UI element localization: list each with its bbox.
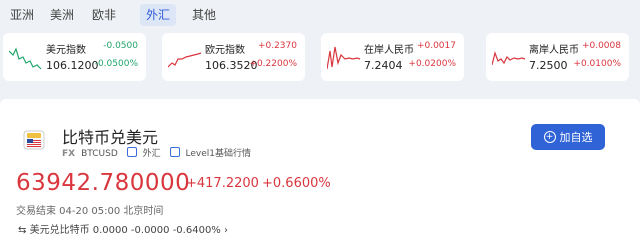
sparkline-icon <box>168 52 202 68</box>
price-change-percent: +0.6600% <box>262 176 331 191</box>
card-price: 7.2500 <box>529 59 568 72</box>
plus-icon: + <box>543 131 556 143</box>
price-change: +417.2200 <box>186 176 259 191</box>
card-percent: +0.0200% <box>408 59 456 69</box>
tab-other[interactable]: 其他 <box>186 4 222 26</box>
trading-status: 交易结束 04-20 05:00 北京时间 <box>16 206 164 217</box>
sparkline-icon <box>492 50 526 66</box>
card-price: 7.2404 <box>364 59 403 72</box>
chevron-right-icon: › <box>224 225 228 236</box>
swap-icon: ⇆ <box>18 225 27 236</box>
card-change: +0.0017 <box>416 41 456 51</box>
card-name: 在岸人民币 <box>364 45 414 56</box>
card-percent: +0.0100% <box>573 59 621 69</box>
category-icon <box>126 147 137 157</box>
card-percent: +0.2200% <box>249 59 297 69</box>
quote-card-cny-offshore[interactable]: 离岸人民币 7.2500 +0.0008 +0.0100% <box>486 33 629 81</box>
sparkline-icon <box>327 46 361 70</box>
conversion-text: 美元兑比特币 0.0000 -0.0000 -0.6400% <box>29 225 221 236</box>
conversion-row[interactable]: ⇆ 美元兑比特币 0.0000 -0.0000 -0.6400% › <box>18 221 228 236</box>
level-icon <box>169 147 180 157</box>
add-watchlist-button[interactable]: + 加自选 <box>531 124 605 150</box>
level-label: Level1基础行情 <box>185 149 252 159</box>
add-watchlist-label: 加自选 <box>559 131 593 144</box>
current-price: 63942.780000 <box>16 170 191 196</box>
quote-card-eur-index[interactable]: 欧元指数 106.3520 +0.2370 +0.2200% <box>162 33 305 81</box>
tab-europe-africa[interactable]: 欧非 <box>86 4 122 26</box>
category-label: 外汇 <box>142 149 161 159</box>
page-title: 比特币兑美元 <box>62 128 159 147</box>
quote-card-usd-index[interactable]: 美元指数 106.1200 -0.0500 -0.0500% <box>3 33 146 81</box>
card-price: 106.1200 <box>46 59 99 72</box>
card-name: 美元指数 <box>46 45 86 56</box>
symbol-info-row: FX BTCUSD 外汇 Level1基础行情 <box>62 146 257 159</box>
tab-forex[interactable]: 外汇 <box>140 4 177 26</box>
card-name: 欧元指数 <box>205 45 245 56</box>
market-tabs: 亚洲 美洲 欧非 外汇 其他 <box>0 0 640 30</box>
quote-card-cny-onshore[interactable]: 在岸人民币 7.2404 +0.0017 +0.0200% <box>321 33 464 81</box>
us-flag-icon <box>23 130 45 150</box>
card-change: +0.2370 <box>257 41 297 51</box>
tab-america[interactable]: 美洲 <box>44 4 80 26</box>
symbol-code: BTCUSD <box>81 149 118 159</box>
card-change: +0.0008 <box>581 41 621 51</box>
market-badge: FX <box>62 149 76 159</box>
card-percent: -0.0500% <box>94 59 138 69</box>
card-change: -0.0500 <box>103 41 138 51</box>
tab-asia[interactable]: 亚洲 <box>4 4 40 26</box>
sparkline-icon <box>9 47 42 70</box>
card-name: 离岸人民币 <box>529 45 579 56</box>
